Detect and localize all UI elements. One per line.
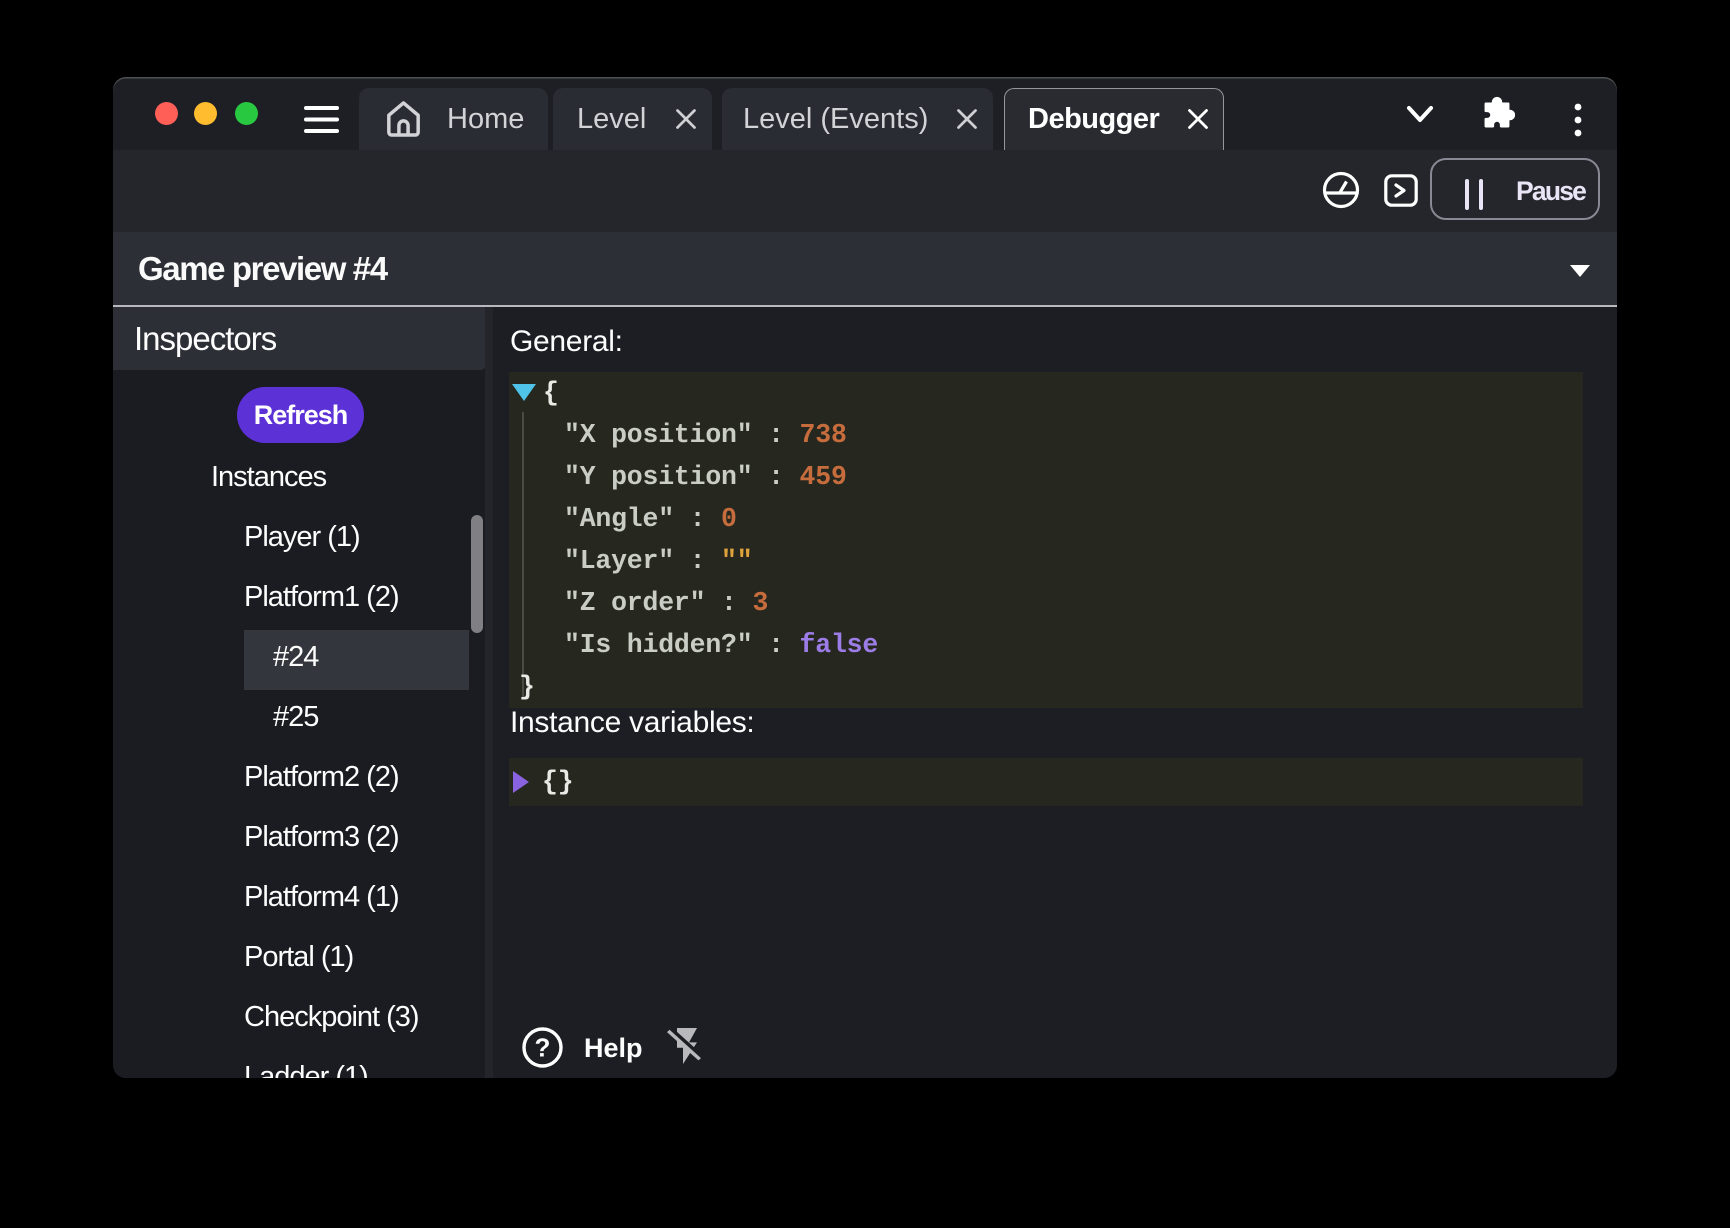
svg-text:?: ?: [535, 1033, 551, 1063]
